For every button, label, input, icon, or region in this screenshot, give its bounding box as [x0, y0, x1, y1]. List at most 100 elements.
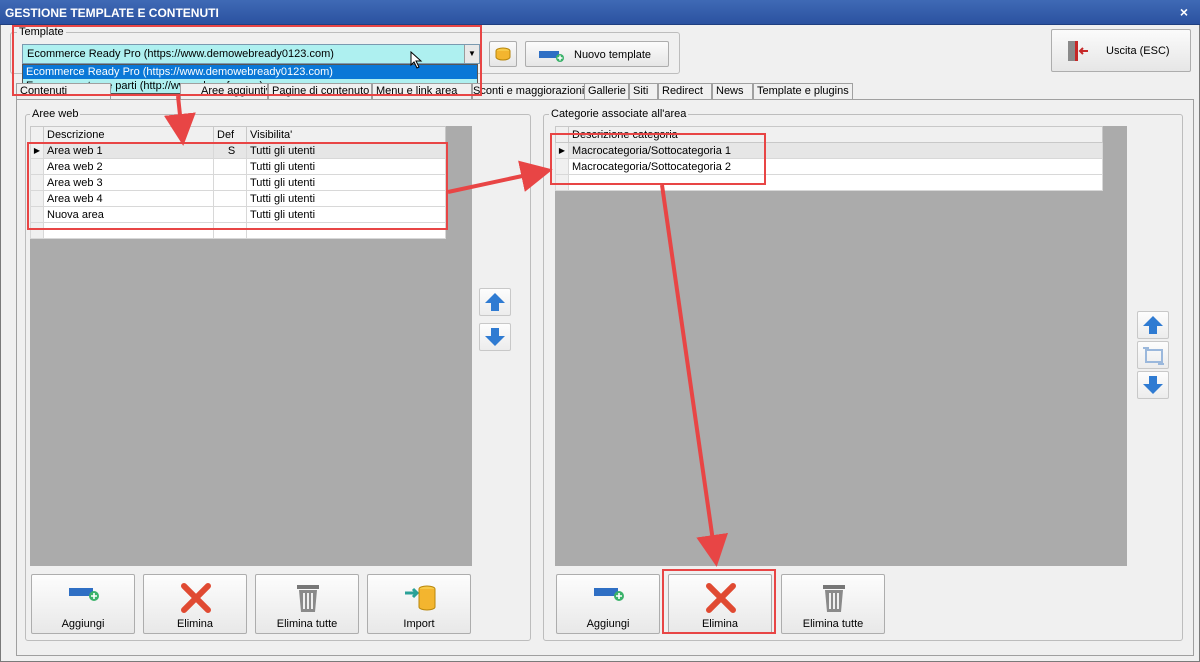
template-selected-value: Ecommerce Ready Pro (https://www.demoweb… — [27, 48, 334, 60]
area-description[interactable]: Area web 1 — [43, 142, 214, 159]
trash-icon — [823, 585, 845, 612]
tab-contenuti[interactable]: Contenuti — [16, 83, 111, 99]
area-description[interactable]: Nuova area — [43, 206, 214, 223]
table-row[interactable]: Area web 2 Tutti gli utenti — [30, 158, 446, 175]
add-area-label: Aggiungi — [61, 618, 105, 630]
delete-all-categories-button[interactable]: Elimina tutte — [781, 574, 885, 634]
row-header — [30, 190, 44, 207]
delete-x-icon — [181, 583, 211, 613]
tab-pagine-contenuto[interactable]: Pagine di contenuto — [268, 83, 372, 99]
area-description[interactable]: Area web 2 — [43, 158, 214, 175]
delete-category-label: Elimina — [701, 618, 739, 630]
category-description[interactable]: Macrocategoria/Sottocategoria 2 — [568, 158, 1103, 175]
area-default[interactable] — [213, 174, 247, 191]
areas-table: Descrizione Def Visibilita' ▶ Area web 1… — [30, 126, 446, 239]
categories-table: Descrizione categoria ▶ Macrocategoria/S… — [555, 126, 1103, 191]
area-visibility[interactable]: Tutti gli utenti — [246, 142, 446, 159]
categories-legend: Categorie associate all'area — [549, 108, 689, 120]
area-default[interactable] — [213, 190, 247, 207]
column-header[interactable]: Visibilita' — [246, 126, 446, 143]
chevron-down-icon[interactable]: ▼ — [464, 45, 479, 63]
table-row[interactable]: ▶ Macrocategoria/Sottocategoria 1 — [555, 142, 1103, 159]
area-visibility[interactable]: Tutti gli utenti — [246, 174, 446, 191]
empty-cell[interactable] — [43, 222, 214, 239]
categories-grid[interactable]: Descrizione categoria ▶ Macrocategoria/S… — [555, 126, 1127, 566]
row-header-corner — [555, 126, 569, 143]
area-description[interactable]: Area web 4 — [43, 190, 214, 207]
row-header-corner — [30, 126, 44, 143]
category-description[interactable]: Macrocategoria/Sottocategoria 1 — [568, 142, 1103, 159]
close-icon[interactable]: × — [1176, 4, 1192, 20]
cursor-icon — [410, 51, 423, 69]
column-header[interactable]: Descrizione — [43, 126, 214, 143]
empty-cell[interactable] — [246, 222, 446, 239]
tab-sconti[interactable]: Sconti e maggiorazioni — [472, 83, 594, 99]
row-header — [30, 206, 44, 223]
column-header[interactable]: Descrizione categoria — [568, 126, 1103, 143]
open-folder-button[interactable] — [489, 41, 517, 67]
exit-label: Uscita (ESC) — [1106, 45, 1170, 57]
new-row[interactable] — [555, 174, 1103, 191]
add-category-button[interactable]: Aggiungi — [556, 574, 660, 634]
sort-category-button[interactable] — [1137, 341, 1169, 369]
import-area-label: Import — [403, 618, 435, 630]
current-row-indicator: ▶ — [555, 142, 569, 159]
import-area-button[interactable]: Import — [367, 574, 471, 634]
table-row[interactable]: Nuova area Tutti gli utenti — [30, 206, 446, 223]
delete-area-label: Elimina — [176, 618, 214, 630]
tab-gallerie[interactable]: Gallerie — [584, 83, 629, 99]
exit-button[interactable]: Uscita (ESC) — [1051, 29, 1191, 72]
tab-redirect[interactable]: Redirect — [658, 83, 712, 99]
import-icon — [405, 585, 436, 611]
add-icon — [69, 588, 99, 601]
arrow-up-icon — [1143, 316, 1163, 334]
arrow-down-icon — [485, 328, 505, 346]
empty-cell[interactable] — [568, 174, 1103, 191]
area-default[interactable]: S — [213, 142, 247, 159]
delete-all-areas-button[interactable]: Elimina tutte — [255, 574, 359, 634]
move-area-down-button[interactable] — [479, 323, 511, 351]
table-row[interactable]: Area web 3 Tutti gli utenti — [30, 174, 446, 191]
areas-legend: Aree web — [30, 108, 81, 120]
area-default[interactable] — [213, 158, 247, 175]
area-default[interactable] — [213, 206, 247, 223]
area-visibility[interactable]: Tutti gli utenti — [246, 206, 446, 223]
arrow-down-icon — [1143, 376, 1163, 394]
delete-area-button[interactable]: Elimina — [143, 574, 247, 634]
move-area-up-button[interactable] — [479, 288, 511, 316]
delete-category-button[interactable]: Elimina — [668, 574, 772, 634]
tab-aree-aggiuntive[interactable]: Aree aggiuntive — [180, 83, 268, 99]
delete-all-categories-label: Elimina tutte — [802, 618, 864, 630]
move-category-up-button[interactable] — [1137, 311, 1169, 339]
area-description[interactable]: Area web 3 — [43, 174, 214, 191]
area-visibility[interactable]: Tutti gli utenti — [246, 158, 446, 175]
template-legend: Template — [17, 26, 66, 38]
column-header[interactable]: Def — [213, 126, 247, 143]
area-visibility[interactable]: Tutti gli utenti — [246, 190, 446, 207]
add-category-label: Aggiungi — [586, 618, 630, 630]
delete-x-icon — [706, 583, 736, 613]
move-category-down-button[interactable] — [1137, 371, 1169, 399]
new-row[interactable] — [30, 222, 446, 239]
tab-siti[interactable]: Siti — [629, 83, 658, 99]
tab-template-plugins[interactable]: Template e plugins — [753, 83, 853, 99]
table-row[interactable]: Macrocategoria/Sottocategoria 2 — [555, 158, 1103, 175]
row-header — [30, 158, 44, 175]
row-header — [555, 158, 569, 175]
add-area-button[interactable]: Aggiungi — [31, 574, 135, 634]
row-header — [30, 174, 44, 191]
empty-cell[interactable] — [213, 222, 247, 239]
tab-menu-link[interactable]: Menu e link area — [372, 83, 472, 99]
areas-grid[interactable]: Descrizione Def Visibilita' ▶ Area web 1… — [30, 126, 472, 566]
tab-strip: Contenuti Aree aggiuntive Pagine di cont… — [16, 83, 856, 99]
row-header — [30, 222, 44, 239]
window-title: GESTIONE TEMPLATE E CONTENUTI — [5, 6, 219, 20]
window-titlebar: GESTIONE TEMPLATE E CONTENUTI × — [0, 0, 1200, 25]
dropdown-option[interactable]: Ecommerce Ready Pro (https://www.demoweb… — [23, 65, 477, 79]
tab-news[interactable]: News — [712, 83, 753, 99]
table-row[interactable]: ▶ Area web 1 S Tutti gli utenti — [30, 142, 446, 159]
folder-icon — [495, 47, 511, 61]
add-icon — [594, 588, 624, 601]
new-template-button[interactable]: Nuovo template — [525, 41, 669, 67]
table-row[interactable]: Area web 4 Tutti gli utenti — [30, 190, 446, 207]
